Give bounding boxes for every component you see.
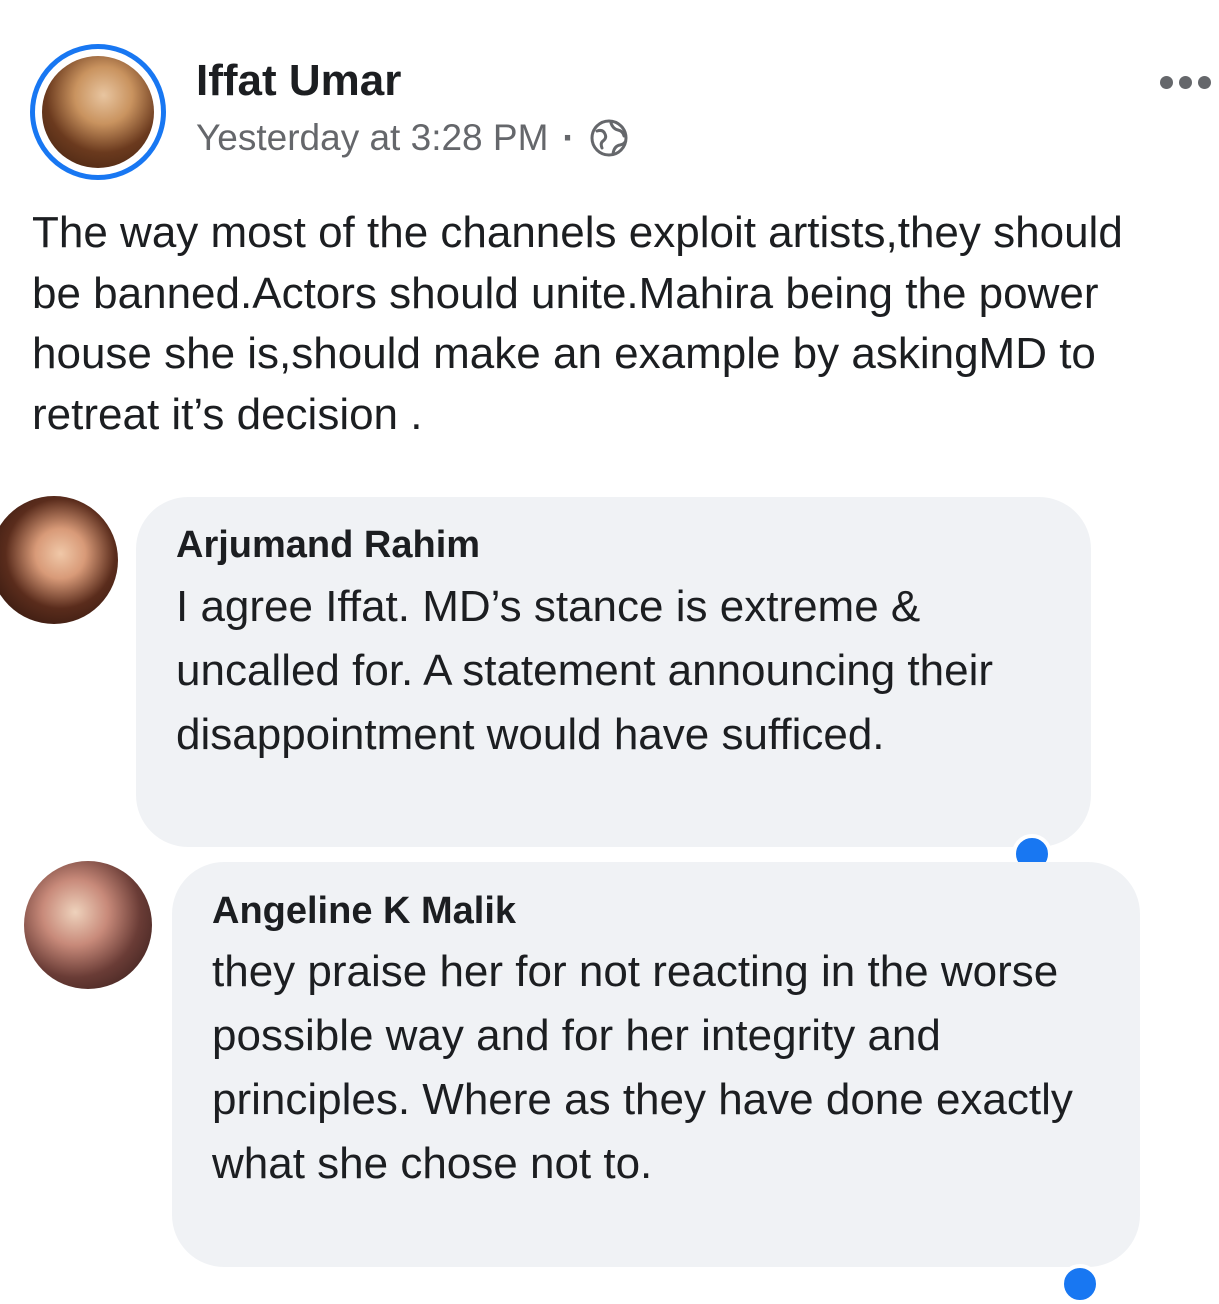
commenter-avatar[interactable] — [24, 861, 152, 989]
comment-bubble: Arjumand Rahim I agree Iffat. MD’s stanc… — [136, 497, 1091, 847]
post-author-name[interactable]: Iffat Umar — [196, 56, 401, 106]
commenter-avatar[interactable] — [0, 496, 118, 624]
post-body-text: The way most of the channels exploit art… — [32, 208, 1123, 439]
commenter-name[interactable]: Angeline K Malik — [212, 890, 516, 933]
post-timestamp[interactable]: Yesterday at 3:28 PM — [196, 117, 548, 159]
post-meta: Yesterday at 3:28 PM · — [196, 117, 629, 159]
comment-text: I agree Iffat. MD’s stance is extreme & … — [176, 582, 994, 759]
avatar-photo — [42, 56, 154, 168]
post-author-avatar[interactable] — [30, 44, 166, 180]
comment-bubble: Angeline K Malik they praise her for not… — [172, 862, 1140, 1267]
comment-text: they praise her for not reacting in the … — [212, 947, 1073, 1188]
commenter-name[interactable]: Arjumand Rahim — [176, 524, 480, 567]
reaction-badge[interactable] — [1060, 1264, 1100, 1304]
globe-icon[interactable] — [589, 118, 629, 158]
more-options-icon[interactable] — [1160, 76, 1211, 89]
meta-separator: · — [562, 117, 575, 158]
